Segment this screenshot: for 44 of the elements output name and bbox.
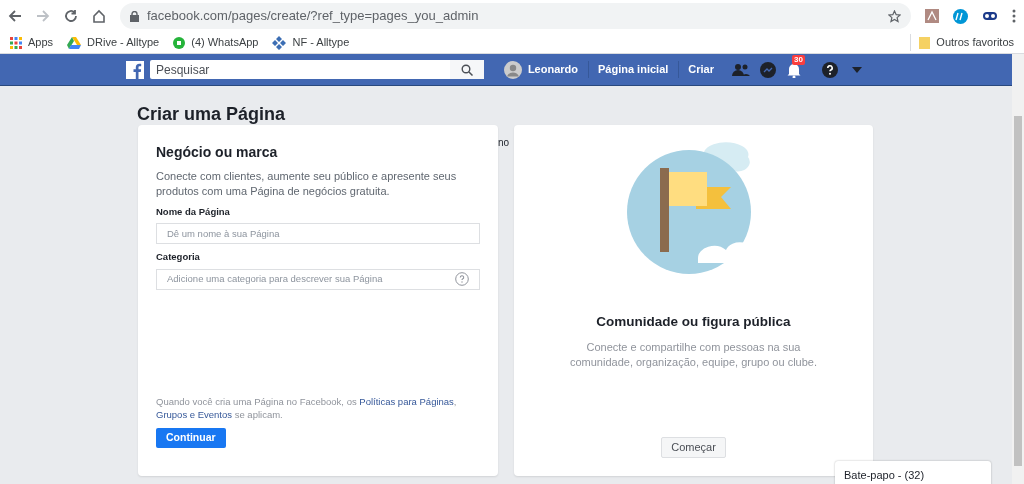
more-options-icon[interactable] <box>1012 9 1016 23</box>
url-text: facebook.com/pages/create/?ref_type=pages_you_admin <box>147 7 479 26</box>
partial-text: no <box>498 136 511 150</box>
star-icon[interactable] <box>888 9 901 23</box>
field-label: Categoria <box>156 250 201 265</box>
facebook-logo-icon[interactable] <box>126 60 144 79</box>
bookmark-item[interactable]: NF - Alltype <box>272 34 350 51</box>
scrollbar[interactable] <box>1012 54 1024 484</box>
card-description: Conecte e compartilhe com pessoas na sua comunidade, organização, equipe, grupo ou clube. <box>568 340 819 371</box>
nav-link[interactable]: Página inicial <box>588 61 669 78</box>
card-title: Comunidade ou figura pública <box>596 313 791 331</box>
avatar-icon <box>503 60 522 79</box>
friends-icon[interactable] <box>732 62 750 77</box>
notification-badge: 30 <box>792 54 805 65</box>
address-bar[interactable]: facebook.com/pages/create/?ref_type=pages_you_admin <box>120 3 911 29</box>
back-arrow-icon[interactable] <box>8 9 22 23</box>
dropdown-caret-icon[interactable] <box>852 66 862 73</box>
diamond-logo-icon <box>272 35 287 50</box>
bookmark-item[interactable]: DRive - Alltype <box>67 34 160 51</box>
round-logo-icon[interactable] <box>953 8 968 24</box>
bookmark-folder[interactable]: Outros favoritos <box>910 34 1014 51</box>
page-title: Criar uma Página <box>137 103 287 125</box>
chat-bar[interactable]: Bate-papo - (32) <box>835 461 991 484</box>
search-icon <box>461 63 473 76</box>
apps-grid-icon <box>10 36 22 49</box>
start-button[interactable]: Começar <box>661 437 726 458</box>
field-label: Nome da Página <box>156 205 231 219</box>
search-field[interactable]: Pesquisar <box>150 60 484 79</box>
folder-icon <box>919 36 931 49</box>
card-title: Negócio ou marca <box>156 143 279 162</box>
card-description: Conecte com clientes, aumente seu público e apresente seus produtos com uma Página de negócios gratuita. <box>156 169 458 199</box>
bookmark-item[interactable]: Apps <box>10 34 54 51</box>
search-button[interactable] <box>450 60 484 79</box>
help-icon[interactable] <box>822 61 838 78</box>
policy-notice: Quando você cria uma Página no Facebook, os Políticas para Páginas, Grupos e Eventos se aplicam. <box>156 395 458 421</box>
lock-icon <box>130 10 139 22</box>
nav-link[interactable]: Criar <box>678 61 714 78</box>
home-icon[interactable] <box>92 9 106 23</box>
continue-button[interactable]: Continuar <box>156 428 226 448</box>
profile-link[interactable]: Leonardo <box>503 60 578 79</box>
messenger-icon[interactable] <box>760 61 776 78</box>
reload-icon[interactable] <box>64 9 78 23</box>
triangle-logo-icon <box>67 36 82 49</box>
bookmark-item[interactable]: (4) WhatsApp <box>173 34 259 51</box>
